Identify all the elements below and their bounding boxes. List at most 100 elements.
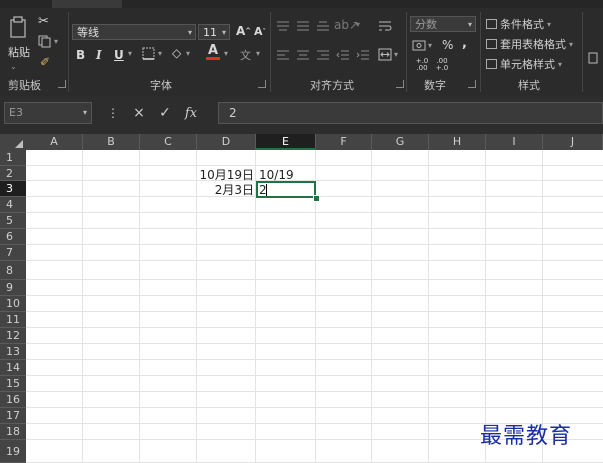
row-header-7[interactable]: 7 xyxy=(0,245,26,261)
enter-icon[interactable]: ✓ xyxy=(152,105,178,121)
row-header-19[interactable]: 19 xyxy=(0,440,26,463)
copy-dropdown-icon[interactable]: ▾ xyxy=(54,37,58,46)
row-header-1[interactable]: 1 xyxy=(0,150,26,166)
conditional-formatting-button[interactable]: 条件格式 ▾ xyxy=(486,16,551,32)
merge-dropdown-icon[interactable]: ▾ xyxy=(394,50,398,59)
column-header-g[interactable]: G xyxy=(372,134,429,150)
number-launcher-icon[interactable] xyxy=(468,80,476,88)
font-color-button[interactable]: A xyxy=(206,44,220,60)
cut-icon[interactable]: ✂ xyxy=(38,14,49,29)
font-color-dropdown-icon[interactable]: ▾ xyxy=(224,49,228,58)
fill-color-icon[interactable]: ◇ xyxy=(172,46,181,60)
wrap-text-icon[interactable] xyxy=(378,20,392,33)
clipboard-launcher-icon[interactable] xyxy=(58,80,66,88)
select-all-button[interactable] xyxy=(0,134,26,150)
chevron-down-icon: ▾ xyxy=(187,28,192,37)
decrease-decimal-button[interactable]: .00 +.0 xyxy=(434,58,450,72)
row-header-3[interactable]: 3 xyxy=(0,181,26,197)
align-center-icon[interactable] xyxy=(296,49,310,61)
borders-icon[interactable] xyxy=(142,47,155,60)
row-header-16[interactable]: 16 xyxy=(0,392,26,408)
cell-d2[interactable]: 10月19日 xyxy=(198,167,254,183)
align-bottom-icon[interactable] xyxy=(316,20,330,32)
row-header-11[interactable]: 11 xyxy=(0,312,26,328)
comma-style-button[interactable]: , xyxy=(462,36,467,51)
font-name-select[interactable]: 等线 ▾ xyxy=(72,24,196,40)
conditional-formatting-icon xyxy=(486,19,497,29)
column-header-j[interactable]: J xyxy=(543,134,603,150)
accounting-dropdown-icon[interactable]: ▾ xyxy=(428,41,432,50)
row-header-10[interactable]: 10 xyxy=(0,296,26,312)
row-header-17[interactable]: 17 xyxy=(0,408,26,424)
font-size-select[interactable]: 11 ▾ xyxy=(198,24,230,40)
merge-center-icon[interactable] xyxy=(378,48,392,61)
column-header-i[interactable]: I xyxy=(486,134,543,150)
row-header-12[interactable]: 12 xyxy=(0,328,26,344)
text-caret xyxy=(266,184,267,196)
align-top-icon[interactable] xyxy=(276,20,290,32)
underline-button[interactable]: U xyxy=(114,48,124,62)
shrink-font-button[interactable]: Aˇ xyxy=(254,25,266,38)
increase-indent-icon[interactable] xyxy=(356,49,370,61)
paste-icon[interactable] xyxy=(6,14,30,40)
font-name-value: 等线 xyxy=(77,26,99,39)
more-vertical-icon[interactable]: ⋮ xyxy=(100,106,126,120)
grow-font-button[interactable]: A ^ xyxy=(236,24,251,38)
column-header-b[interactable]: B xyxy=(83,134,140,150)
row-header-8[interactable]: 8 xyxy=(0,261,26,280)
fill-handle[interactable] xyxy=(313,195,320,202)
ribbon-tab-home[interactable] xyxy=(52,0,122,8)
row-header-6[interactable]: 6 xyxy=(0,229,26,245)
align-middle-icon[interactable] xyxy=(296,20,310,32)
bold-button[interactable]: B xyxy=(76,48,85,62)
cell-styles-icon xyxy=(486,59,497,69)
column-header-h[interactable]: H xyxy=(429,134,486,150)
row-header-13[interactable]: 13 xyxy=(0,344,26,360)
cell-styles-button[interactable]: 单元格样式 ▾ xyxy=(486,56,562,72)
name-box[interactable]: E3 ▾ xyxy=(4,102,92,124)
format-painter-icon[interactable]: ✐ xyxy=(40,55,50,69)
column-gridline xyxy=(428,150,429,463)
column-header-c[interactable]: C xyxy=(140,134,197,150)
paste-dropdown-icon[interactable]: ⌄ xyxy=(10,62,17,71)
accounting-format-icon[interactable] xyxy=(412,40,426,51)
column-gridline xyxy=(139,150,140,463)
align-left-icon[interactable] xyxy=(276,49,290,61)
phonetic-dropdown-icon[interactable]: ▾ xyxy=(256,49,260,58)
row-header-2[interactable]: 2 xyxy=(0,166,26,181)
cancel-icon[interactable]: × xyxy=(126,105,152,121)
clipboard-group-label: 剪贴板 xyxy=(8,79,41,92)
paste-button[interactable]: 粘贴 xyxy=(8,44,30,60)
alignment-launcher-icon[interactable] xyxy=(396,80,404,88)
spreadsheet-grid[interactable]: A B C D E F G H I J 1 2 3 4 5 6 7 8 9 10 11 12 13 14 15 16 17 18 19 1… xyxy=(0,134,603,463)
row-header-9[interactable]: 9 xyxy=(0,280,26,296)
decrease-indent-icon[interactable] xyxy=(336,49,350,61)
column-header-a[interactable]: A xyxy=(26,134,83,150)
row-header-4[interactable]: 4 xyxy=(0,197,26,213)
orientation-dropdown-icon[interactable]: ▾ xyxy=(356,20,360,29)
row-header-18[interactable]: 18 xyxy=(0,424,26,440)
formula-input[interactable]: 2 xyxy=(218,102,603,124)
column-header-e[interactable]: E xyxy=(256,134,316,150)
fill-dropdown-icon[interactable]: ▾ xyxy=(186,49,190,58)
number-format-select[interactable]: 分数 ▾ xyxy=(410,16,476,32)
borders-dropdown-icon[interactable]: ▾ xyxy=(158,49,162,58)
underline-dropdown-icon[interactable]: ▾ xyxy=(128,49,132,58)
row-header-5[interactable]: 5 xyxy=(0,213,26,229)
insert-function-icon[interactable]: fx xyxy=(178,106,204,121)
font-launcher-icon[interactable] xyxy=(258,80,266,88)
column-header-d[interactable]: D xyxy=(197,134,256,150)
row-header-15[interactable]: 15 xyxy=(0,376,26,392)
percent-style-button[interactable]: % xyxy=(442,38,453,52)
select-all-icon xyxy=(15,140,23,148)
row-header-14[interactable]: 14 xyxy=(0,360,26,376)
increase-decimal-button[interactable]: +.0 .00 xyxy=(414,58,430,72)
copy-icon[interactable] xyxy=(38,35,51,48)
align-right-icon[interactable] xyxy=(316,49,330,61)
column-header-f[interactable]: F xyxy=(316,134,372,150)
phonetic-guide-button[interactable]: 文 xyxy=(240,47,251,63)
format-as-table-button[interactable]: 套用表格格式 ▾ xyxy=(486,36,573,52)
cell-d3[interactable]: 2月3日 xyxy=(198,182,254,198)
cells-group-icon[interactable] xyxy=(588,52,598,64)
italic-button[interactable]: I xyxy=(96,48,102,62)
